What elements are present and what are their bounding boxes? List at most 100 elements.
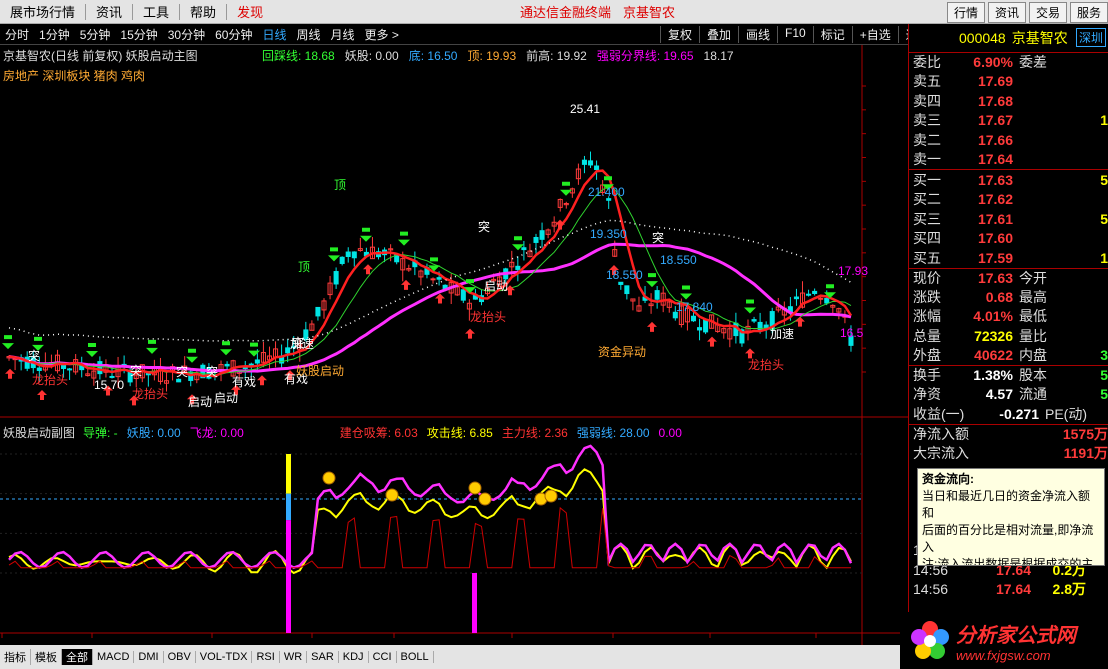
period-15min[interactable]: 15分钟 — [115, 26, 162, 43]
level-price: 17.60 — [977, 230, 1013, 247]
stat-row: 涨跌 0.68 最高 — [909, 287, 1108, 307]
news-button[interactable]: 资讯 — [987, 2, 1026, 23]
tab-all[interactable]: 全部 — [62, 649, 93, 665]
menu-news[interactable]: 资讯 — [86, 2, 132, 21]
tab-cci[interactable]: CCI — [369, 651, 397, 663]
order-book-row[interactable]: 买五 17.59 1 — [909, 248, 1108, 268]
chart-area[interactable]: 京基智农(日线 前复权) 妖股启动主图 房地产 深圳板块 猪肉 鸡肉 回踩线: … — [0, 45, 908, 645]
candle-body — [703, 319, 709, 333]
order-book-row[interactable]: 买一 17.63 5 — [909, 170, 1108, 190]
period-5min[interactable]: 5分钟 — [75, 26, 116, 43]
mark-button[interactable]: 标记 — [812, 25, 852, 43]
chart-annotation: 25.41 — [570, 102, 601, 116]
tab-template[interactable]: 模板 — [31, 649, 62, 665]
money-flow-tooltip: 资金流向: 当日和最近几日的资金净流入额和 后面的百分比是相对流量,即净流入 注… — [917, 468, 1105, 566]
candle-body — [533, 236, 539, 243]
tab-macd[interactable]: MACD — [93, 651, 135, 663]
stat-label: 收益(一) — [913, 405, 965, 422]
trade-button[interactable]: 交易 — [1028, 2, 1067, 23]
stat-row: 收益(一) -0.271 PE(动) — [909, 404, 1108, 424]
tab-dmi[interactable]: DMI — [134, 651, 164, 663]
stock-code: 000048 — [959, 30, 1006, 46]
level-price: 17.69 — [977, 73, 1013, 90]
flow-row[interactable]: 大宗流入 1191万 — [909, 443, 1108, 463]
order-book-row[interactable]: 买二 17.62 — [909, 190, 1108, 210]
period-timeshare[interactable]: 分时 — [0, 26, 34, 43]
price-chart[interactable] — [0, 45, 908, 645]
menu-help[interactable]: 帮助 — [180, 2, 226, 21]
sell-arrow-icon — [744, 299, 756, 314]
market-badge: 深圳 — [1075, 28, 1106, 47]
chart-annotation: 启动 — [484, 279, 509, 293]
level-label: 卖二 — [913, 131, 941, 148]
f10-button[interactable]: F10 — [777, 25, 813, 43]
candle-body — [460, 289, 466, 301]
menu-discover[interactable]: 发现 — [227, 2, 273, 21]
tab-obv[interactable]: OBV — [164, 651, 196, 663]
ma-red-line — [8, 169, 853, 378]
tab-indicator[interactable]: 指标 — [0, 649, 31, 665]
top-right-buttons: 行情 资讯 交易 服务 — [944, 2, 1108, 23]
order-book-row[interactable]: 卖五 17.69 — [909, 72, 1108, 92]
order-book-row[interactable]: 买三 17.61 5 — [909, 209, 1108, 229]
stat-label: 股本 — [1019, 367, 1047, 384]
period-weekly[interactable]: 周线 — [291, 26, 325, 43]
candle-body — [67, 368, 73, 371]
add-watchlist-button[interactable]: +自选 — [851, 25, 898, 43]
candle-body — [587, 160, 594, 166]
buy-arrow-icon — [5, 368, 15, 379]
stat-label: PE(动) — [1045, 405, 1087, 422]
chart-annotation: 突 — [28, 349, 41, 363]
sell-arrow-icon — [220, 341, 232, 356]
menu-market[interactable]: 展市场行情 — [0, 2, 85, 21]
stat-value: 40622 — [974, 347, 1013, 364]
flow-row[interactable]: 净流入额 1575万 — [909, 423, 1108, 444]
sell-arrow-icon — [186, 348, 198, 363]
flow-value: 1191万 — [1063, 444, 1108, 461]
stat-value: 5 — [1100, 367, 1108, 384]
order-book-row[interactable]: 卖四 17.68 — [909, 91, 1108, 111]
chart-annotation: 21.400 — [588, 185, 625, 199]
candle-body — [594, 165, 600, 171]
order-book-row[interactable]: 卖一 17.64 — [909, 150, 1108, 170]
period-60min[interactable]: 60分钟 — [210, 26, 257, 43]
stat-row: 涨幅 4.01% 最低 — [909, 307, 1108, 327]
level-label: 买三 — [913, 210, 941, 227]
resistance-dotted-line — [8, 219, 852, 342]
tooltip-line: 后面的百分比是相对流量,即净流入 — [922, 523, 1094, 554]
sell-arrow-icon — [360, 227, 372, 242]
service-button[interactable]: 服务 — [1069, 2, 1108, 23]
overlay-button[interactable]: 叠加 — [699, 25, 738, 43]
stat-value: 4.01% — [973, 308, 1013, 325]
quote-button[interactable]: 行情 — [946, 2, 985, 23]
tab-boll[interactable]: BOLL — [397, 651, 434, 663]
candle-body — [430, 278, 436, 281]
signal-bar-magenta — [472, 573, 477, 633]
period-monthly[interactable]: 月线 — [326, 26, 360, 43]
flow-label: 净流入额 — [913, 425, 969, 442]
draw-button[interactable]: 画线 — [738, 25, 777, 43]
period-1min[interactable]: 1分钟 — [34, 26, 75, 43]
order-book-row[interactable]: 卖三 17.67 1 — [909, 111, 1108, 131]
stock-title: 京基智农 — [623, 5, 676, 20]
tab-rsi[interactable]: RSI — [252, 651, 280, 663]
stat-label: 流通 — [1019, 386, 1047, 403]
candle-body — [254, 359, 260, 364]
menu-tools[interactable]: 工具 — [133, 2, 179, 21]
period-more[interactable]: 更多 > — [360, 26, 404, 43]
stock-header: 000048 京基智农 深圳 — [909, 24, 1108, 52]
sub-indicator-value: 主力线: 2.36 — [501, 426, 568, 440]
tab-wr[interactable]: WR — [280, 651, 308, 663]
candle-body — [224, 363, 230, 367]
sell-arrow-icon — [248, 342, 260, 357]
order-book-row[interactable]: 买四 17.60 — [909, 229, 1108, 249]
candle-body — [763, 324, 769, 329]
period-30min[interactable]: 30分钟 — [163, 26, 210, 43]
order-book-row[interactable]: 卖二 17.66 — [909, 130, 1108, 150]
tab-kdj[interactable]: KDJ — [339, 651, 369, 663]
period-daily[interactable]: 日线 — [257, 26, 291, 43]
tab-vol-tdx[interactable]: VOL-TDX — [196, 651, 253, 663]
tab-sar[interactable]: SAR — [307, 651, 339, 663]
signal-bar-yellow — [286, 454, 291, 494]
adjust-button[interactable]: 复权 — [660, 25, 699, 43]
